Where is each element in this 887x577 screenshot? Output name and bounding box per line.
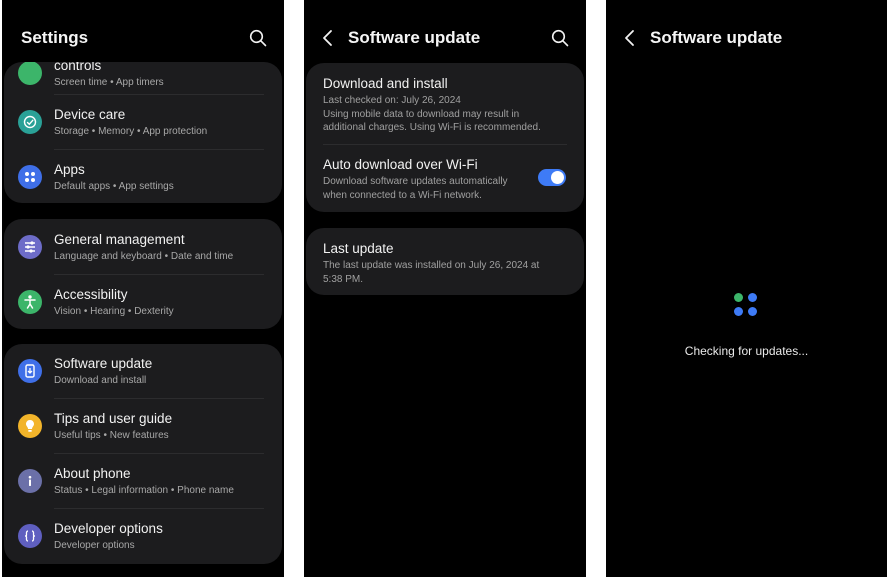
info-icon	[18, 469, 42, 493]
settings-item-sub: Storage • Memory • App protection	[54, 126, 208, 137]
software-update-icon	[18, 359, 42, 383]
settings-item-apps[interactable]: Apps Default apps • App settings	[4, 150, 282, 203]
auto-download-desc-line1: Download software updates automatically	[323, 176, 508, 187]
software-update-app-bar: Software update	[304, 18, 586, 58]
settings-group-2: General management Language and keyboard…	[4, 219, 282, 329]
loading-dot	[734, 307, 743, 316]
loading-dot	[748, 307, 757, 316]
settings-item-sub: Vision • Hearing • Dexterity	[54, 306, 174, 317]
last-checked-text: Last checked on: July 26, 2024	[323, 95, 461, 106]
checking-app-bar: Software update	[606, 18, 887, 58]
auto-download-item[interactable]: Auto download over Wi-Fi Download softwa…	[306, 145, 584, 211]
sliders-icon	[18, 235, 42, 259]
page-title: Settings	[21, 28, 89, 47]
loading-dot	[748, 293, 757, 302]
software-update-screen: Software update Download and install Las…	[304, 0, 586, 577]
wellbeing-icon	[18, 62, 42, 85]
settings-item-sub: Useful tips • New features	[54, 430, 169, 441]
auto-download-desc-line2: when connected to a Wi-Fi network.	[323, 189, 482, 201]
settings-item-label: About phone	[54, 466, 131, 481]
settings-group-3: Software update Download and install Tip…	[4, 344, 282, 564]
download-and-install-label: Download and install	[323, 76, 448, 91]
settings-item-label: Apps	[54, 162, 85, 177]
settings-item-accessibility[interactable]: Accessibility Vision • Hearing • Dexteri…	[4, 275, 282, 329]
last-update-desc-line2: 5:38 PM.	[323, 273, 364, 285]
auto-download-toggle[interactable]	[538, 169, 566, 186]
settings-app-bar: Settings	[2, 18, 284, 58]
settings-item-general-management[interactable]: General management Language and keyboard…	[4, 220, 282, 274]
last-update-item[interactable]: Last update The last update was installe…	[306, 228, 584, 295]
settings-item-label: General management	[54, 232, 185, 247]
settings-item-device-care[interactable]: Device care Storage • Memory • App prote…	[4, 95, 282, 149]
settings-item-tips[interactable]: Tips and user guide Useful tips • New fe…	[4, 399, 282, 453]
settings-item-software-update[interactable]: Software update Download and install	[4, 344, 282, 398]
auto-download-label: Auto download over Wi-Fi	[323, 157, 478, 172]
download-and-install-item[interactable]: Download and install Last checked on: Ju…	[306, 63, 584, 143]
loading-dot	[734, 293, 743, 302]
mobile-data-note-line1: Using mobile data to download may result…	[323, 108, 520, 120]
braces-icon	[18, 524, 42, 548]
loading-dots-icon	[734, 293, 759, 318]
mobile-data-note-line2: additional charges. Using Wi-Fi is recom…	[323, 122, 541, 133]
settings-item-label: controls	[54, 62, 102, 73]
settings-item-sub: Language and keyboard • Date and time	[54, 251, 234, 262]
settings-item-sub: Developer options	[54, 540, 135, 551]
back-icon[interactable]	[620, 28, 640, 48]
settings-item-sub: Download and install	[54, 375, 147, 386]
settings-item-label: Software update	[54, 356, 153, 371]
update-options-group: Download and install Last checked on: Ju…	[306, 63, 584, 212]
accessibility-icon	[18, 290, 42, 314]
toggle-knob	[551, 171, 564, 184]
settings-group-1: controls Screen time • App timers Device…	[4, 62, 282, 203]
settings-item-label: Developer options	[54, 521, 163, 536]
checking-updates-screen: Software update Checking for updates...	[606, 0, 887, 577]
back-icon[interactable]	[318, 28, 338, 48]
last-update-desc-line1: The last update was installed on July 26…	[323, 260, 540, 271]
settings-item-sub: Default apps • App settings	[54, 181, 174, 192]
checking-status-text: Checking for updates...	[684, 344, 809, 358]
search-icon[interactable]	[248, 28, 268, 48]
settings-item-label: Tips and user guide	[54, 411, 173, 426]
settings-item-sub: Screen time • App timers	[54, 77, 164, 88]
last-update-label: Last update	[323, 241, 394, 256]
settings-item-label: Device care	[54, 107, 126, 122]
settings-item-about-phone[interactable]: About phone Status • Legal information •…	[4, 454, 282, 508]
device-care-icon	[18, 110, 42, 134]
settings-item-developer-options[interactable]: Developer options Developer options	[4, 509, 282, 563]
search-icon[interactable]	[550, 28, 570, 48]
page-title: Software update	[650, 28, 783, 47]
settings-item-sub: Status • Legal information • Phone name	[54, 485, 234, 496]
settings-item-label: Accessibility	[54, 287, 128, 302]
settings-screen: Settings controls Screen time • App time…	[2, 0, 284, 577]
apps-icon	[18, 165, 42, 189]
page-title: Software update	[348, 28, 481, 47]
lightbulb-icon	[18, 414, 42, 438]
